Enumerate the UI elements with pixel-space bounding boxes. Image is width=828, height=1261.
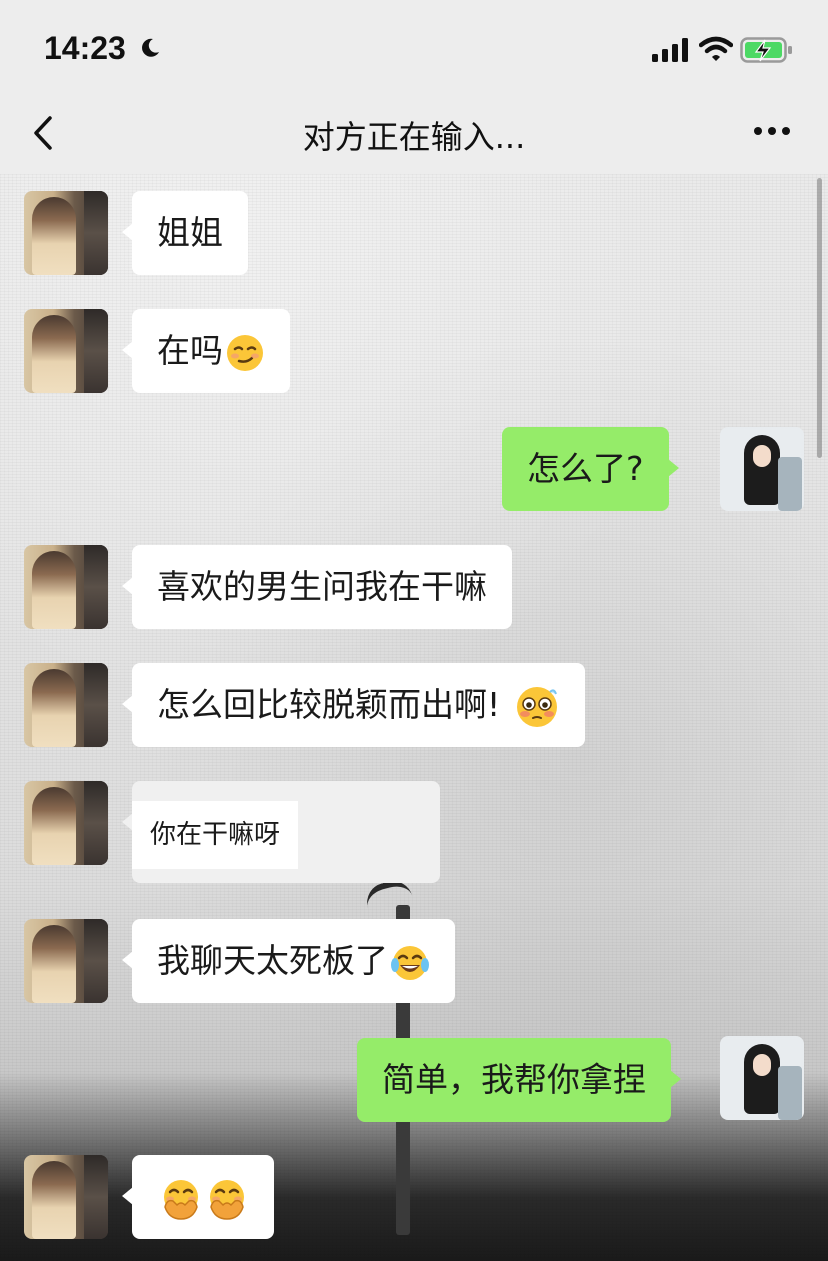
message-text: 怎么回比较脱颖而出啊!	[157, 685, 501, 724]
message-text: 喜欢的男生问我在干嘛	[157, 567, 487, 606]
contact-avatar[interactable]	[24, 1155, 108, 1239]
wifi-icon	[699, 36, 733, 61]
hand-over-mouth-emoji-icon	[164, 1179, 198, 1220]
quoted-text-box: 你在干嘛呀	[132, 801, 299, 869]
hand-over-mouth-emoji-icon	[210, 1179, 244, 1220]
message-bubble-incoming[interactable]: 我聊天太死板了	[122, 919, 455, 1003]
self-avatar[interactable]	[720, 427, 804, 511]
message-text: 我聊天太死板了	[157, 941, 388, 980]
message-text: 你在干嘛呀	[150, 820, 281, 850]
signal-bars-icon	[652, 38, 688, 62]
message-bubble-outgoing[interactable]: 怎么了?	[502, 427, 679, 511]
more-dots-icon[interactable]	[752, 124, 792, 138]
message-text: 在吗	[157, 331, 223, 370]
message-bubble-outgoing[interactable]: 简单，我帮你拿捏	[357, 1038, 681, 1122]
scrollbar[interactable]	[817, 178, 822, 458]
contact-avatar[interactable]	[24, 309, 108, 393]
avatar-detail	[778, 457, 802, 511]
avatar-detail	[778, 1066, 802, 1120]
message-bubble-incoming[interactable]: 姐姐	[122, 191, 248, 275]
battery-charging-icon	[740, 37, 792, 63]
contact-avatar[interactable]	[24, 663, 108, 747]
self-avatar[interactable]	[720, 1036, 804, 1120]
chat-title: 对方正在输入...	[302, 118, 526, 156]
status-time: 14:23	[44, 30, 126, 66]
moon-icon	[142, 38, 159, 57]
message-text: 简单，我帮你拿捏	[382, 1060, 646, 1099]
message-image-screenshot[interactable]: 你在干嘛呀	[122, 781, 440, 883]
contact-avatar[interactable]	[24, 191, 108, 275]
message-bubble-incoming[interactable]: 怎么回比较脱颖而出啊!	[121, 663, 586, 747]
contact-avatar[interactable]	[24, 781, 108, 865]
flushed-face-emoji-icon	[517, 686, 558, 727]
message-bubble-incoming[interactable]	[122, 1155, 274, 1239]
message-bubble-incoming[interactable]: 喜欢的男生问我在干嘛	[122, 545, 512, 629]
tears-of-joy-emoji-icon	[391, 945, 429, 980]
message-bubble-incoming[interactable]: 在吗	[122, 309, 290, 393]
contact-avatar[interactable]	[24, 919, 108, 1003]
smirk-face-emoji-icon	[227, 334, 263, 371]
message-text: 怎么了?	[527, 449, 644, 488]
contact-avatar[interactable]	[24, 545, 108, 629]
message-text: 姐姐	[157, 213, 223, 252]
